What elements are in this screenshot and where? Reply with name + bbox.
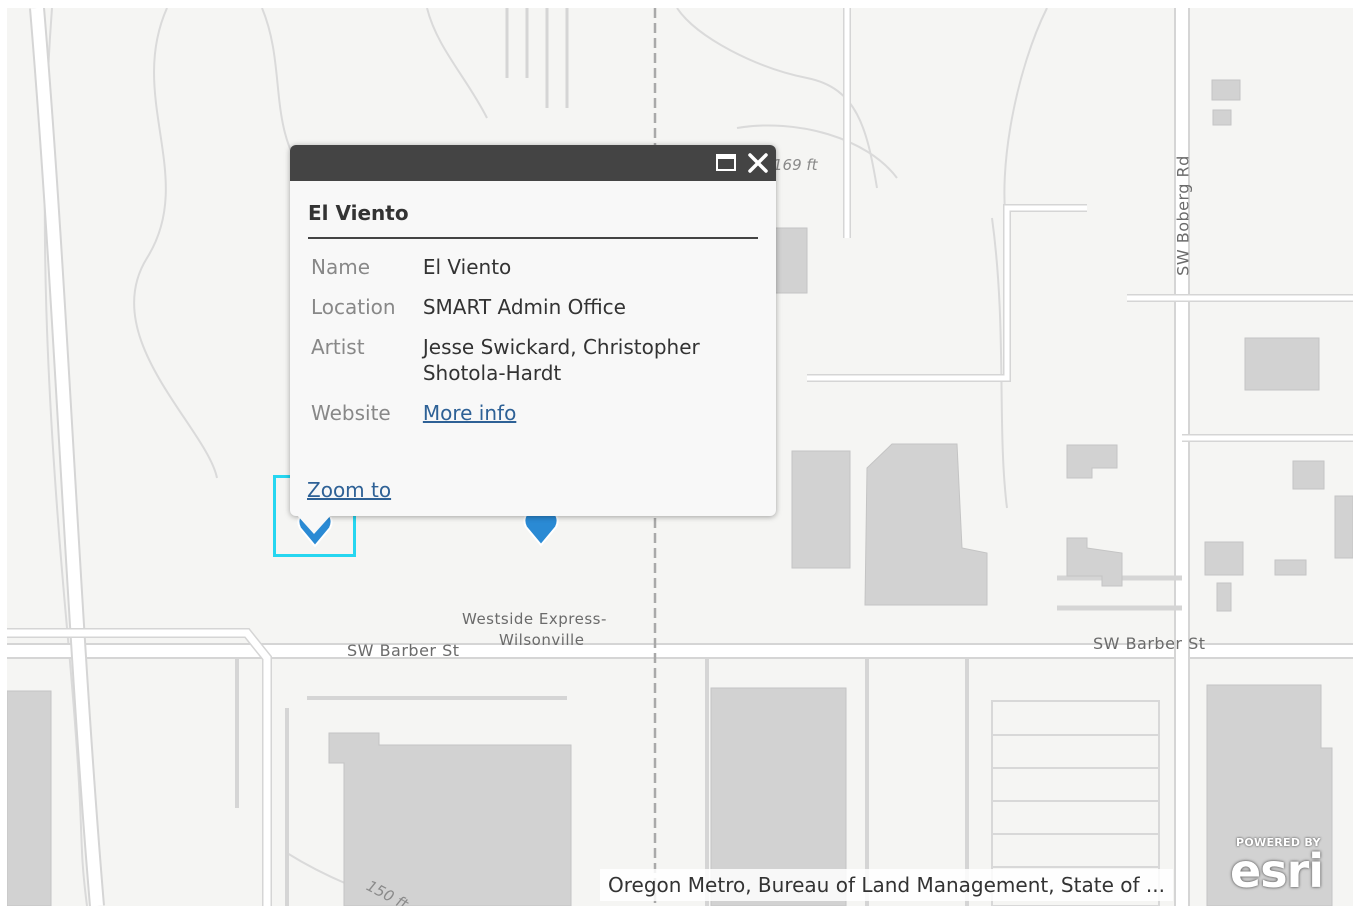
- road-label-boberg: SW Boberg Rd: [1173, 155, 1193, 276]
- esri-logo[interactable]: POWERED BY esri: [1228, 834, 1346, 900]
- popup-titlebar: [290, 145, 776, 181]
- attribute-row: Location SMART Admin Office: [308, 291, 758, 331]
- attribute-name: Artist: [311, 335, 365, 359]
- more-info-link[interactable]: More info: [423, 401, 516, 425]
- maximize-icon[interactable]: [714, 151, 738, 175]
- close-icon[interactable]: [746, 151, 770, 175]
- attribute-name: Website: [311, 401, 391, 425]
- attribute-name: Location: [311, 295, 396, 319]
- popup-title: El Viento: [308, 201, 758, 239]
- road-label-barber-west: SW Barber St: [347, 641, 460, 660]
- attribute-row: Website More info: [308, 397, 758, 437]
- attribute-value: El Viento: [422, 255, 512, 279]
- attribute-value: SMART Admin Office: [422, 295, 626, 319]
- feature-popup: El Viento Name El Viento Location SMART …: [290, 145, 776, 516]
- attribute-row: Artist Jesse Swickard, Christopher Shoto…: [308, 331, 758, 397]
- rail-label-line1: Westside Express-: [462, 610, 607, 628]
- popup-content: El Viento Name El Viento Location SMART …: [290, 181, 776, 437]
- attribute-name: Name: [311, 255, 371, 279]
- rail-label-line2: Wilsonville: [499, 631, 585, 649]
- road-label-barber-east: SW Barber St: [1093, 634, 1206, 653]
- attribute-value: Jesse Swickard, Christopher Shotola-Hard…: [422, 335, 700, 385]
- popup-pointer: [296, 514, 332, 534]
- elevation-label-top: 169 ft: [773, 156, 818, 174]
- attribute-value: More info: [411, 397, 758, 437]
- esri-logo-text: esri: [1230, 844, 1324, 898]
- zoom-to-link[interactable]: Zoom to: [307, 478, 391, 502]
- map-attribution[interactable]: Oregon Metro, Bureau of Land Management,…: [600, 869, 1173, 901]
- attribute-row: Name El Viento: [308, 251, 758, 291]
- attribute-table: Name El Viento Location SMART Admin Offi…: [308, 251, 758, 437]
